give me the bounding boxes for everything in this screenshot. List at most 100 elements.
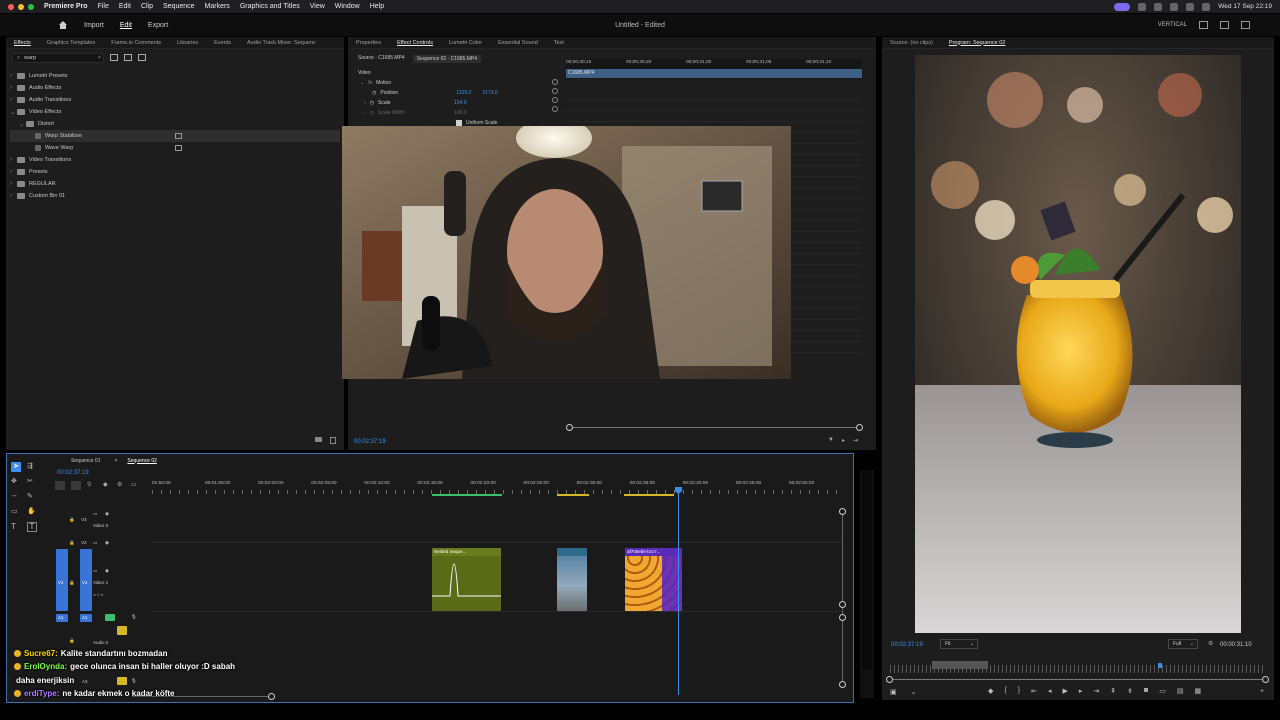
tab-effects[interactable]: Effects: [6, 40, 39, 46]
lift-icon[interactable]: ⇞: [1110, 687, 1116, 695]
reset-icon[interactable]: [552, 106, 558, 112]
toggle-sync-icon[interactable]: ▭: [93, 540, 97, 546]
tab-libraries[interactable]: Libraries: [169, 40, 206, 46]
type-tool-icon[interactable]: T: [11, 522, 21, 532]
close-window-button[interactable]: [8, 3, 14, 10]
effect-item[interactable]: Warp Stabilizer: [10, 130, 340, 142]
lock-icon[interactable]: 🔒: [69, 580, 75, 586]
wrench-icon[interactable]: ⚙: [1208, 640, 1213, 647]
safe-margins-icon[interactable]: ▣: [890, 688, 897, 696]
export-tab[interactable]: Export: [148, 22, 168, 29]
yuv-filter-icon[interactable]: [138, 54, 146, 61]
add-marker-icon[interactable]: ◆: [103, 481, 111, 490]
clear-search-icon[interactable]: ×: [98, 55, 101, 61]
scroll-handle[interactable]: [839, 601, 846, 608]
caption-tool-icon[interactable]: T: [27, 522, 37, 532]
tab-effect-controls[interactable]: Effect Controls: [389, 40, 441, 46]
step-forward-icon[interactable]: ▸: [1079, 687, 1083, 695]
zoom-handle-left[interactable]: [886, 676, 893, 683]
fullscreen-icon[interactable]: [1241, 21, 1250, 29]
dropbox-icon[interactable]: [1154, 2, 1163, 11]
tab-sequence-02[interactable]: Sequence 02: [119, 458, 164, 464]
stopwatch-icon[interactable]: ◷: [372, 90, 376, 96]
position-y-value[interactable]: 2179.0: [482, 90, 497, 96]
chevron-right-icon[interactable]: ›: [10, 85, 17, 91]
reset-icon[interactable]: [552, 79, 558, 85]
accelerated-filter-icon[interactable]: [110, 54, 118, 61]
chevron-right-icon[interactable]: ›: [10, 157, 17, 163]
zoom-select[interactable]: Fit ⌄: [940, 639, 978, 649]
mute-button[interactable]: [117, 626, 127, 635]
tab-sequence-01[interactable]: Sequence 01: [51, 458, 108, 464]
timeline-vertical-scroll[interactable]: [842, 511, 843, 686]
control-center-icon[interactable]: [1138, 2, 1147, 11]
32bit-filter-icon[interactable]: [124, 54, 132, 61]
scale-value[interactable]: 154.0: [454, 100, 467, 106]
lock-icon[interactable]: 🔒: [69, 517, 75, 523]
comparison-view-icon[interactable]: ▭: [1159, 687, 1166, 695]
timeline-clip[interactable]: af705eb6-bcc7...: [625, 548, 682, 611]
ripple-edit-icon[interactable]: ✥: [11, 477, 21, 487]
battery-icon[interactable]: [1186, 2, 1195, 11]
effect-item[interactable]: Wave Warp: [10, 142, 340, 154]
home-icon[interactable]: [58, 20, 68, 30]
quick-export-icon[interactable]: [1199, 21, 1208, 29]
workspace-label[interactable]: VERTICAL: [1158, 22, 1187, 28]
reset-icon[interactable]: [552, 97, 558, 103]
filter-icon[interactable]: ▼: [828, 437, 834, 444]
menu-sequence[interactable]: Sequence: [163, 3, 195, 10]
in-out-range[interactable]: [932, 661, 988, 669]
stopwatch-icon[interactable]: ◷: [370, 110, 374, 116]
menu-help[interactable]: Help: [370, 3, 384, 10]
chevron-right-icon[interactable]: ›: [10, 97, 17, 103]
camera-icon[interactable]: ◙: [1144, 687, 1148, 695]
ec-mini-timeline[interactable]: 00;00;30;15 00;00;30;20 00;00;31;00 00;00;3…: [566, 59, 862, 79]
razor-tool-icon[interactable]: ✂: [27, 477, 37, 487]
lock-icon[interactable]: 🔒: [69, 638, 75, 644]
tab-lumetri-color[interactable]: Lumetri Color: [441, 40, 490, 46]
edit-tab[interactable]: Edit: [120, 22, 132, 29]
effects-search-field[interactable]: ⌕ warp ×: [12, 53, 104, 63]
linked-selection-icon[interactable]: ⚲: [87, 481, 97, 490]
captions-icon[interactable]: ▭: [131, 481, 139, 490]
zoom-handle-right[interactable]: [1262, 676, 1269, 683]
ec-scroll-handle-right[interactable]: [856, 424, 863, 431]
go-to-out-icon[interactable]: ⇥: [1093, 687, 1099, 695]
scroll-handle[interactable]: [839, 508, 846, 515]
tab-events[interactable]: Events: [206, 40, 239, 46]
reset-icon[interactable]: [552, 88, 558, 94]
tree-folder[interactable]: › Lumetri Presets: [10, 70, 340, 82]
track-select-icon[interactable]: ⇶: [27, 462, 37, 472]
scale-width-chevron-icon[interactable]: ›: [364, 110, 366, 116]
tree-folder[interactable]: › Custom Bin 01: [10, 190, 340, 202]
eye-icon[interactable]: ◉: [105, 540, 109, 546]
close-icon[interactable]: ×: [108, 458, 119, 464]
zoom-window-button[interactable]: [28, 3, 34, 10]
add-marker-icon[interactable]: ◆: [988, 687, 993, 695]
mark-out-icon[interactable]: }: [1018, 687, 1020, 695]
lock-icon[interactable]: 🔒: [69, 540, 75, 546]
share-icon[interactable]: [1220, 21, 1229, 29]
step-back-icon[interactable]: ◂: [1048, 687, 1052, 695]
toggle-sync-icon[interactable]: ▭: [93, 568, 97, 574]
timeline-playhead[interactable]: [678, 490, 679, 695]
minimize-window-button[interactable]: [18, 3, 24, 10]
proxy-toggle-icon[interactable]: ▤: [1177, 687, 1184, 695]
tab-source-monitor[interactable]: Source: (no clips): [882, 40, 941, 46]
tree-folder[interactable]: ⌄ Distort: [10, 118, 340, 130]
timeline-ruler[interactable]: 01:50:00 00:01:55:00 00:02:00:00 00:02:05:0…: [152, 481, 842, 496]
add-button-icon[interactable]: +: [1260, 688, 1264, 695]
ec-source-tab[interactable]: Source · C1685.MP4: [358, 55, 405, 63]
selection-tool-icon[interactable]: ➤: [11, 462, 21, 472]
tab-text[interactable]: Text: [546, 40, 572, 46]
program-video-frame[interactable]: [915, 55, 1241, 633]
tab-frameio[interactable]: Frame.io Comments: [103, 40, 169, 46]
hand-tool-icon[interactable]: ✋: [27, 507, 37, 517]
program-playhead[interactable]: [1158, 663, 1162, 668]
toggle-sync-icon[interactable]: ▭: [93, 511, 97, 517]
microphone-icon[interactable]: 🎙: [131, 614, 137, 620]
solo-button[interactable]: [105, 614, 115, 621]
import-tab[interactable]: Import: [84, 22, 104, 29]
ec-scroll-handle-left[interactable]: [566, 424, 573, 431]
scroll-handle[interactable]: [839, 614, 846, 621]
